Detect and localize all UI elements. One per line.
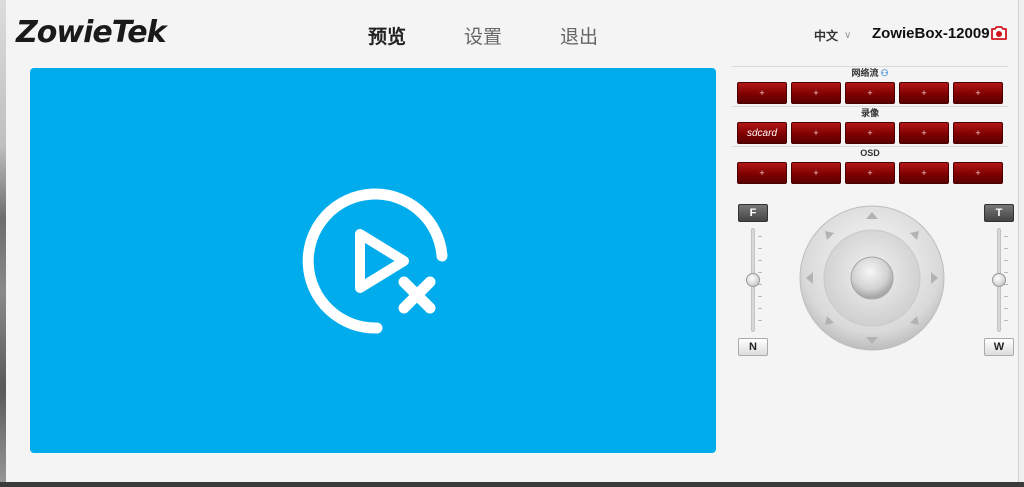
record-add-button[interactable]: + xyxy=(953,122,1003,144)
zoom-wide-button[interactable]: W xyxy=(984,338,1014,356)
video-unavailable-icon xyxy=(302,188,448,334)
record-add-button[interactable]: + xyxy=(899,122,949,144)
window-scroll-edge xyxy=(1018,0,1024,487)
stream-buttons: + + + + + xyxy=(737,82,1008,104)
ptz-home-button xyxy=(850,256,894,300)
video-preview[interactable] xyxy=(30,68,716,453)
device-name: ZowieBox-12009 xyxy=(872,25,990,42)
osd-buttons: + + + + + xyxy=(737,162,1008,184)
logo-text: ZowieTek xyxy=(16,14,167,50)
chevron-down-icon: ∨ xyxy=(844,30,852,41)
focus-far-button[interactable]: F xyxy=(738,204,768,222)
zoom-tele-button[interactable]: T xyxy=(984,204,1014,222)
user-icon[interactable]: ⚇ xyxy=(880,68,888,78)
zoom-slider-handle[interactable] xyxy=(992,273,1006,287)
focus-near-button[interactable]: N xyxy=(738,338,768,356)
background-window-bottom xyxy=(0,482,1024,487)
control-panel: 网络流 ⚇ + + + + + 录像 sdcard + + + + OSD + +… xyxy=(732,66,1014,366)
zoom-slider[interactable] xyxy=(989,228,1009,332)
record-buttons: sdcard + + + + xyxy=(737,122,1008,144)
logo: ZowieTek xyxy=(16,14,167,50)
stream-add-button[interactable]: + xyxy=(791,82,841,104)
record-sdcard-button[interactable]: sdcard xyxy=(737,122,787,144)
stream-section-label: 网络流 ⚇ xyxy=(732,66,1008,80)
main-nav: 预览 设置 退出 xyxy=(368,22,598,49)
osd-add-button[interactable]: + xyxy=(791,162,841,184)
record-section-label: 录像 xyxy=(732,106,1008,120)
nav-settings[interactable]: 设置 xyxy=(464,22,502,49)
language-value: 中文 xyxy=(814,29,839,43)
osd-add-button[interactable]: + xyxy=(953,162,1003,184)
stream-add-button[interactable]: + xyxy=(737,82,787,104)
nav-preview[interactable]: 预览 xyxy=(368,22,406,49)
osd-section-label: OSD xyxy=(732,146,1008,160)
osd-add-button[interactable]: + xyxy=(737,162,787,184)
ptz-joystick[interactable] xyxy=(798,204,946,352)
osd-add-button[interactable]: + xyxy=(899,162,949,184)
stream-add-button[interactable]: + xyxy=(899,82,949,104)
stream-add-button[interactable]: + xyxy=(845,82,895,104)
focus-slider[interactable] xyxy=(743,228,763,332)
focus-slider-handle[interactable] xyxy=(746,273,760,287)
header: ZowieTek 预览 设置 退出 中文 ∨ ZowieBox-12009 xyxy=(6,0,1018,64)
record-add-button[interactable]: + xyxy=(845,122,895,144)
camera-icon[interactable] xyxy=(990,25,1008,41)
app-window: ZowieTek 预览 设置 退出 中文 ∨ ZowieBox-12009 网络… xyxy=(6,0,1018,482)
stream-add-button[interactable]: + xyxy=(953,82,1003,104)
ptz-controls: F N T W xyxy=(732,202,1014,362)
nav-logout[interactable]: 退出 xyxy=(560,22,598,49)
osd-add-button[interactable]: + xyxy=(845,162,895,184)
record-add-button[interactable]: + xyxy=(791,122,841,144)
language-select[interactable]: 中文 ∨ xyxy=(814,27,851,44)
